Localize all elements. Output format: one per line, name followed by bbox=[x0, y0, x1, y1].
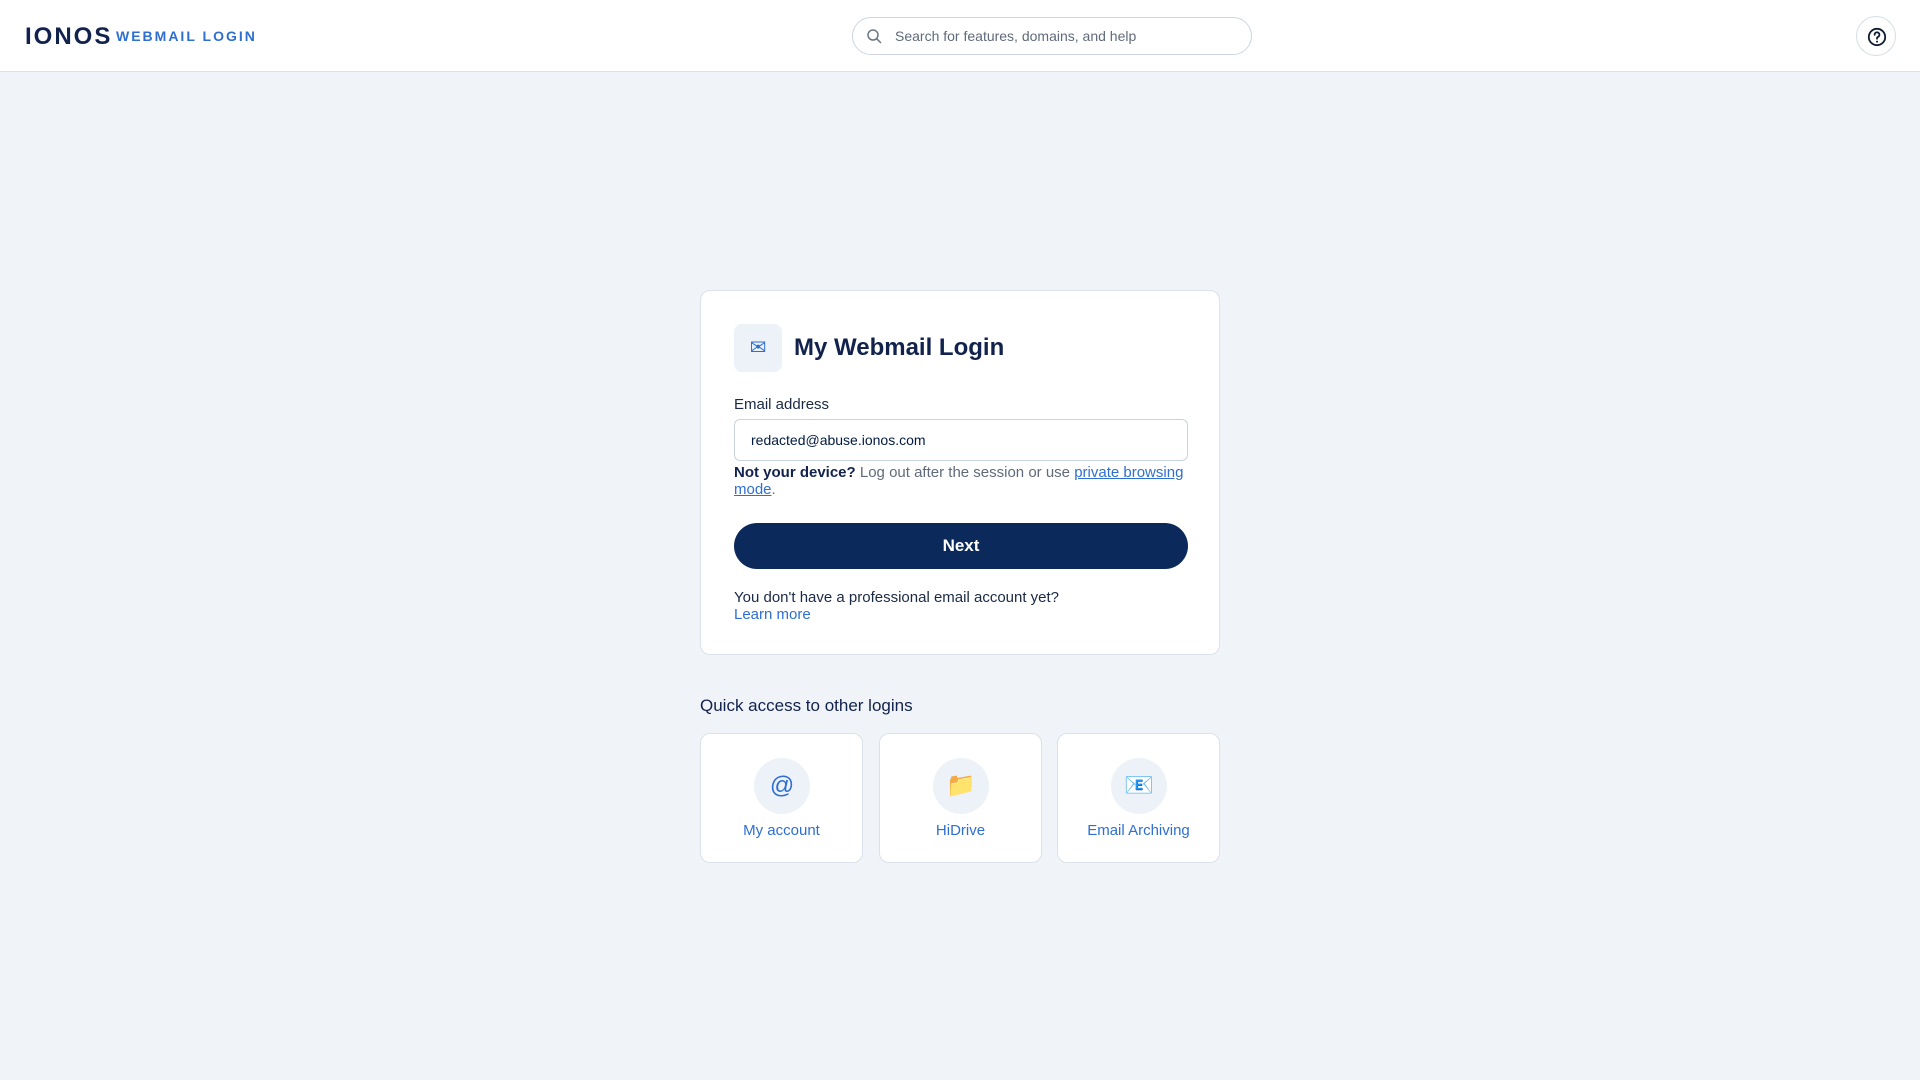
tile-email-archiving[interactable]: 📧 Email Archiving bbox=[1057, 733, 1220, 863]
help-button[interactable] bbox=[1856, 16, 1896, 56]
page-title: My Webmail Login bbox=[794, 334, 1005, 361]
envelope-icon: ✉ bbox=[734, 324, 782, 372]
email-field[interactable] bbox=[734, 419, 1188, 461]
search-icon bbox=[867, 29, 882, 44]
device-note-bold: Not your device? bbox=[734, 464, 856, 481]
top-header: IONOS WEBMAIL LOGIN bbox=[0, 0, 1920, 72]
at-sign-icon: @ bbox=[754, 758, 810, 814]
search-input[interactable] bbox=[893, 18, 1243, 54]
learn-more-link[interactable]: Learn more bbox=[734, 606, 811, 624]
product-label: WEBMAIL LOGIN bbox=[116, 28, 257, 44]
help-circle-icon bbox=[1867, 27, 1887, 47]
tile-my-account[interactable]: @ My account bbox=[700, 733, 863, 863]
email-archive-icon: 📧 bbox=[1111, 758, 1167, 814]
tile-label: HiDrive bbox=[935, 822, 986, 839]
tile-hidrive[interactable]: 📁 HiDrive bbox=[879, 733, 1042, 863]
device-note-text: Log out after the session or use bbox=[859, 464, 1071, 481]
tile-label: My account bbox=[743, 822, 820, 839]
next-button[interactable]: Next bbox=[734, 523, 1188, 569]
folder-icon: 📁 bbox=[933, 758, 989, 814]
quick-access-heading: Quick access to other logins bbox=[700, 696, 913, 715]
search-box[interactable] bbox=[852, 17, 1252, 55]
login-card: ✉ My Webmail Login Email address Not you… bbox=[700, 290, 1220, 655]
no-account-text: You don't have a professional email acco… bbox=[734, 589, 1060, 606]
device-note: Not your device? Log out after the sessi… bbox=[734, 464, 1194, 498]
ionos-logo[interactable]: IONOS bbox=[25, 24, 112, 50]
tile-label: Email Archiving bbox=[1087, 822, 1190, 839]
device-note-end: . bbox=[771, 481, 776, 498]
email-label: Email address bbox=[734, 396, 830, 413]
